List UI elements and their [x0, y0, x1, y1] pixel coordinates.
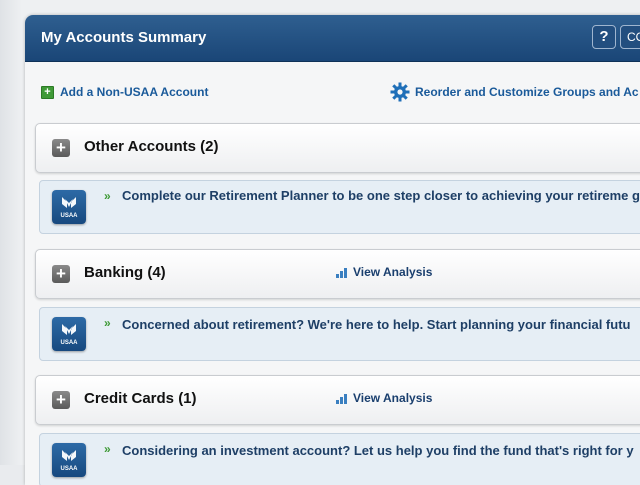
- promo-arrow: »: [104, 189, 111, 203]
- eagle-icon: USAA: [60, 197, 78, 219]
- eagle-icon: USAA: [60, 450, 78, 472]
- view-analysis-label: View Analysis: [353, 391, 433, 405]
- promo-arrow: »: [104, 442, 111, 456]
- view-analysis-link[interactable]: View Analysis: [336, 265, 432, 279]
- usaa-logo-icon: USAA: [52, 317, 86, 351]
- add-icon: +: [41, 86, 54, 99]
- group-credit-cards[interactable]: + Credit Cards (1) View Analysis: [35, 375, 640, 425]
- expand-plus-icon[interactable]: +: [52, 391, 70, 409]
- group-title: Other Accounts (2): [84, 138, 219, 155]
- bar-chart-icon: [336, 268, 347, 278]
- help-button[interactable]: ?: [592, 25, 616, 49]
- panel-header: My Accounts Summary ? CO: [25, 15, 640, 62]
- group-other-accounts[interactable]: + Other Accounts (2): [35, 123, 640, 173]
- promo-banner: USAA » Considering an investment account…: [39, 433, 640, 485]
- usaa-logo-icon: USAA: [52, 190, 86, 224]
- expand-plus-icon[interactable]: +: [52, 265, 70, 283]
- group-title: Credit Cards (1): [84, 390, 197, 407]
- panel-title: My Accounts Summary: [41, 29, 207, 46]
- svg-text:USAA: USAA: [60, 466, 78, 472]
- accounts-summary-panel: My Accounts Summary ? CO + Add a Non-USA…: [25, 15, 640, 485]
- promo-link[interactable]: Considering an investment account? Let u…: [122, 443, 640, 459]
- header-action-button[interactable]: CO: [620, 25, 640, 49]
- bar-chart-icon: [336, 394, 347, 404]
- gear-icon: [390, 82, 410, 102]
- promo-arrow: »: [104, 316, 111, 330]
- group-title: Banking (4): [84, 264, 166, 281]
- group-banking[interactable]: + Banking (4) View Analysis: [35, 249, 640, 299]
- promo-link[interactable]: Complete our Retirement Planner to be on…: [122, 188, 640, 204]
- add-non-usaa-account-link[interactable]: Add a Non-USAA Account: [60, 85, 208, 99]
- eagle-icon: USAA: [60, 324, 78, 346]
- usaa-logo-icon: USAA: [52, 443, 86, 477]
- promo-banner: USAA » Concerned about retirement? We're…: [39, 307, 640, 361]
- promo-banner: USAA » Complete our Retirement Planner t…: [39, 180, 640, 234]
- svg-text:USAA: USAA: [60, 213, 78, 219]
- view-analysis-link[interactable]: View Analysis: [336, 391, 432, 405]
- promo-link[interactable]: Concerned about retirement? We're here t…: [122, 317, 640, 333]
- view-analysis-label: View Analysis: [353, 265, 433, 279]
- svg-text:USAA: USAA: [60, 340, 78, 346]
- reorder-customize-link[interactable]: Reorder and Customize Groups and Ac: [415, 85, 639, 99]
- expand-plus-icon[interactable]: +: [52, 139, 70, 157]
